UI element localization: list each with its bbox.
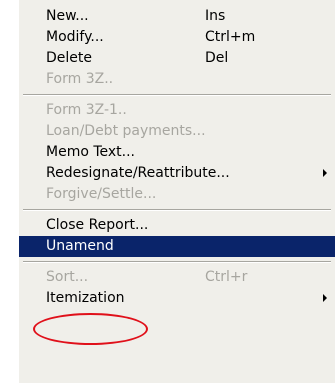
menu-item-close-report[interactable]: Close Report... [19,215,335,236]
menu-item-label: Form 3Z.. [46,71,114,87]
context-menu: New... Ins Modify... Ctrl+m Delete Del F… [18,0,335,383]
menu-separator [19,90,335,100]
menu-item-shortcut: Ctrl+m [205,29,256,45]
menu-item-memo-text[interactable]: Memo Text... [19,142,335,163]
menu-item-shortcut: Ins [205,8,226,24]
menu-item-shortcut: Ctrl+r [205,269,248,285]
menu-separator [19,257,335,267]
menu-item-form-3z: Form 3Z.. [19,69,335,90]
menu-item-sort: Sort... Ctrl+r [19,267,335,288]
menu-item-label: Loan/Debt payments... [46,123,206,139]
submenu-arrow-icon [323,294,327,302]
menu-item-label: Form 3Z-1.. [46,102,127,118]
menu-item-loan-debt-payments: Loan/Debt payments... [19,121,335,142]
menu-item-unamend[interactable]: Unamend [19,236,335,257]
menu-item-redesignate-reattribute[interactable]: Redesignate/Reattribute... [19,163,335,184]
menu-item-label: Unamend [46,238,114,254]
menu-item-new[interactable]: New... Ins [19,6,335,27]
menu-separator [19,205,335,215]
highlight-annotation-ellipse [33,313,148,345]
menu-item-label: Close Report... [46,217,149,233]
menu-item-modify[interactable]: Modify... Ctrl+m [19,27,335,48]
menu-item-label: New... [46,8,89,24]
menu-item-itemization[interactable]: Itemization [19,288,335,309]
menu-item-delete[interactable]: Delete Del [19,48,335,69]
menu-item-label: Modify... [46,29,104,45]
menu-item-label: Memo Text... [46,144,136,160]
menu-item-label: Redesignate/Reattribute... [46,165,230,181]
menu-item-label: Sort... [46,269,89,285]
menu-item-label: Forgive/Settle... [46,186,157,202]
menu-item-form-3z-1: Form 3Z-1.. [19,100,335,121]
menu-item-shortcut: Del [205,50,229,66]
menu-item-forgive-settle: Forgive/Settle... [19,184,335,205]
menu-item-label: Itemization [46,290,125,306]
menu-item-label: Delete [46,50,92,66]
submenu-arrow-icon [323,169,327,177]
